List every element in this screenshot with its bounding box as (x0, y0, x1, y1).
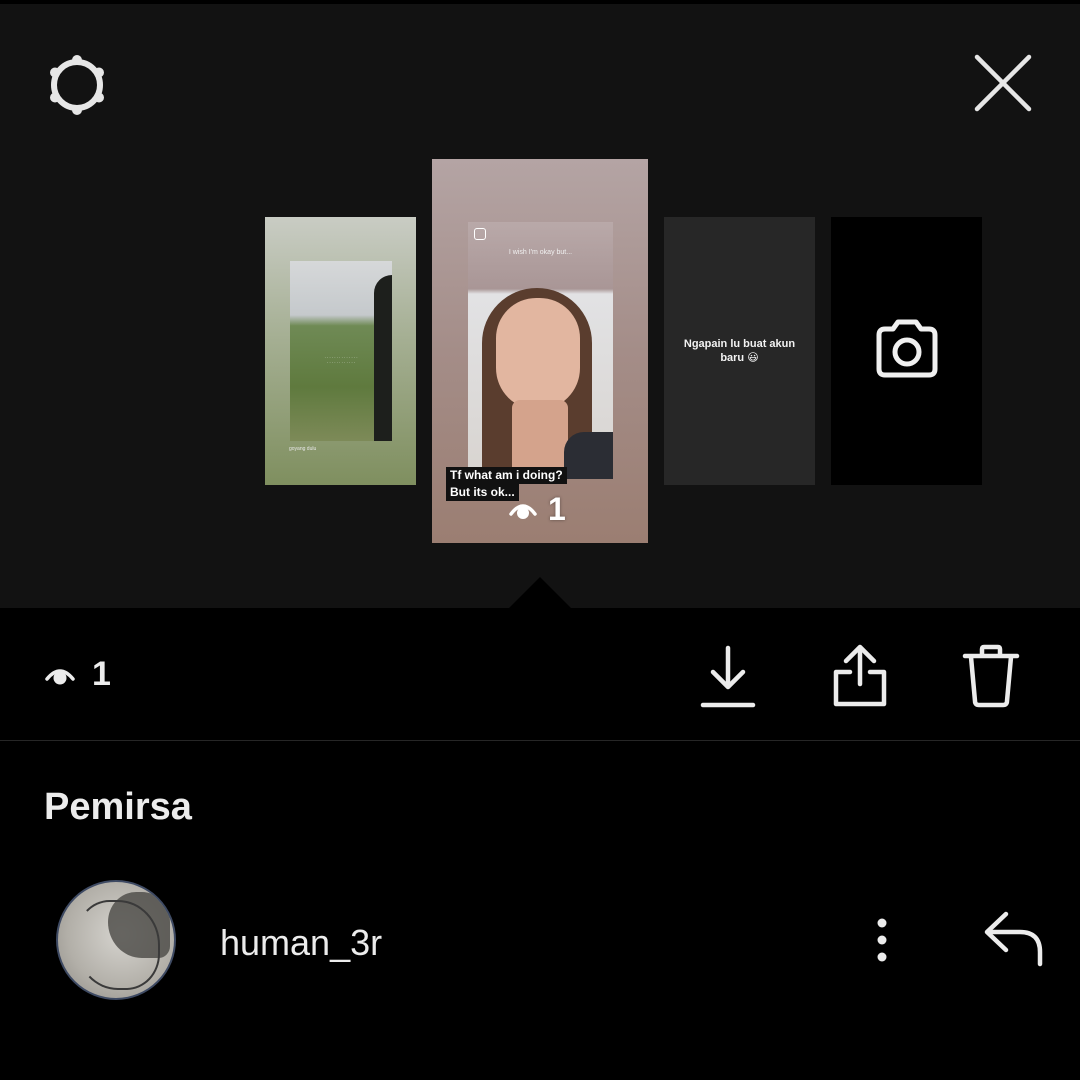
story-2-views-number: 1 (548, 491, 566, 527)
selection-pointer (508, 577, 572, 609)
story-3-text: Ngapain lu buat akun baru 😃 (683, 338, 796, 364)
avatar-sketch (76, 900, 160, 990)
download-icon (700, 645, 756, 708)
reel-icon (474, 228, 486, 240)
reply-icon (984, 911, 1043, 967)
person-face (496, 298, 580, 410)
viewer-username[interactable]: human_3r (220, 922, 382, 964)
story-2-top-caption: I wish I'm okay but... (508, 249, 573, 256)
more-vertical-icon (877, 918, 887, 962)
viewer-list-item[interactable]: human_3r (0, 870, 1080, 1010)
avatar[interactable] (56, 880, 176, 1000)
download-button[interactable] (698, 642, 758, 712)
action-bar (0, 608, 1080, 741)
story-thumbnail-3[interactable]: Ngapain lu buat akun baru 😃 (664, 217, 815, 485)
eye-icon (509, 503, 537, 519)
add-story-camera[interactable] (831, 217, 982, 485)
story-2-view-count: 1 (508, 491, 566, 528)
share-icon (833, 644, 887, 707)
share-button[interactable] (828, 640, 892, 710)
camera-icon (876, 319, 938, 378)
person-top (564, 432, 613, 479)
story-1-caption: · · · · · · · · · · · · · · · · · · · · ·… (324, 355, 358, 365)
views-counter[interactable]: 1 (44, 655, 111, 694)
gear-icon (50, 55, 104, 115)
story-thumbnail-1[interactable]: · · · · · · · · · · · · · · · · · · · · ·… (265, 217, 416, 485)
story-1-small-text: goyang dulu (289, 446, 317, 452)
status-strip (0, 0, 1080, 4)
close-button[interactable] (966, 46, 1040, 120)
more-options-button[interactable] (862, 910, 902, 970)
story-2-image: I wish I'm okay but... (468, 222, 613, 479)
story-2-caption-line-1: Tf what am i doing? (446, 467, 567, 484)
story-1-image: · · · · · · · · · · · · · · · · · · · · ·… (290, 261, 392, 441)
story-thumbnail-2-selected[interactable]: I wish I'm okay but... Tf what am i doin… (432, 159, 648, 543)
reply-button[interactable] (978, 906, 1050, 972)
trash-icon (962, 644, 1020, 708)
settings-button[interactable] (40, 48, 114, 122)
close-icon (974, 54, 1032, 112)
viewers-heading: Pemirsa (44, 786, 192, 828)
views-count: 1 (92, 655, 111, 693)
eye-icon (45, 668, 75, 684)
delete-button[interactable] (960, 642, 1022, 710)
story-tray-panel: · · · · · · · · · · · · · · · · · · · · ·… (0, 0, 1080, 609)
